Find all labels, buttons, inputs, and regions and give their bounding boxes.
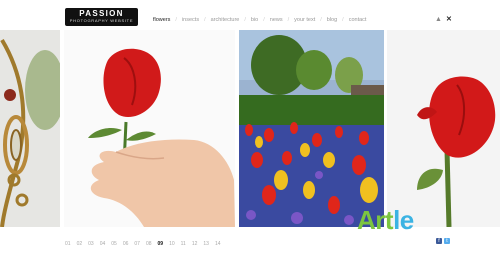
- watermark-social-icons: f t: [436, 238, 450, 244]
- page-link-04[interactable]: 04: [100, 241, 106, 247]
- page-link-06[interactable]: 06: [123, 241, 129, 247]
- twitter-icon: t: [444, 238, 450, 244]
- rose-bud-image: [387, 30, 500, 227]
- page-link-12[interactable]: 12: [192, 241, 198, 247]
- nav-item-insects[interactable]: insects /: [182, 17, 211, 23]
- gallery-photo-tulips[interactable]: [239, 30, 384, 227]
- nav-item-bio[interactable]: bio /: [251, 17, 270, 23]
- page-link-08[interactable]: 08: [146, 241, 152, 247]
- nav-item-your-text[interactable]: your text /: [294, 17, 327, 23]
- close-icon[interactable]: ✕: [446, 16, 452, 23]
- page-link-10[interactable]: 10: [169, 241, 175, 247]
- logo-subtitle: PHOTOGRAPHY WEBSITE: [69, 18, 134, 23]
- jewelry-image: [0, 30, 60, 227]
- logo-title: PASSION: [79, 9, 124, 18]
- page-link-07[interactable]: 07: [134, 241, 140, 247]
- page-link-13[interactable]: 13: [203, 241, 209, 247]
- facebook-icon: f: [436, 238, 442, 244]
- page-link-09[interactable]: 09: [158, 241, 164, 247]
- gallery-photo-rose-bud[interactable]: [387, 30, 500, 227]
- photo-gallery[interactable]: [0, 30, 500, 227]
- person-icon[interactable]: ▲: [435, 16, 442, 23]
- page-link-14[interactable]: 14: [215, 241, 221, 247]
- page-pagination: 01 02 03 04 05 06 07 08 09 10 11 12 13 1…: [65, 241, 227, 247]
- rose-hand-image: [64, 30, 235, 227]
- gallery-photo-rose-hand[interactable]: [64, 30, 235, 227]
- main-nav: flowers / insects / architecture / bio / new…: [153, 17, 366, 23]
- watermark-logo: Artle: [357, 205, 414, 235]
- page-link-03[interactable]: 03: [88, 241, 94, 247]
- page-link-11[interactable]: 11: [181, 241, 186, 247]
- nav-item-architecture[interactable]: architecture /: [211, 17, 251, 23]
- nav-item-news[interactable]: news /: [270, 17, 294, 23]
- site-logo[interactable]: PASSION PHOTOGRAPHY WEBSITE: [65, 8, 138, 26]
- page-link-05[interactable]: 05: [111, 241, 117, 247]
- page-link-02[interactable]: 02: [77, 241, 83, 247]
- gallery-photo-jewelry[interactable]: [0, 30, 60, 227]
- nav-item-flowers[interactable]: flowers /: [153, 17, 182, 23]
- page-link-01[interactable]: 01: [65, 241, 71, 247]
- nav-item-blog[interactable]: blog /: [327, 17, 349, 23]
- tulips-image: [239, 30, 384, 227]
- nav-item-contact[interactable]: contact: [349, 17, 367, 23]
